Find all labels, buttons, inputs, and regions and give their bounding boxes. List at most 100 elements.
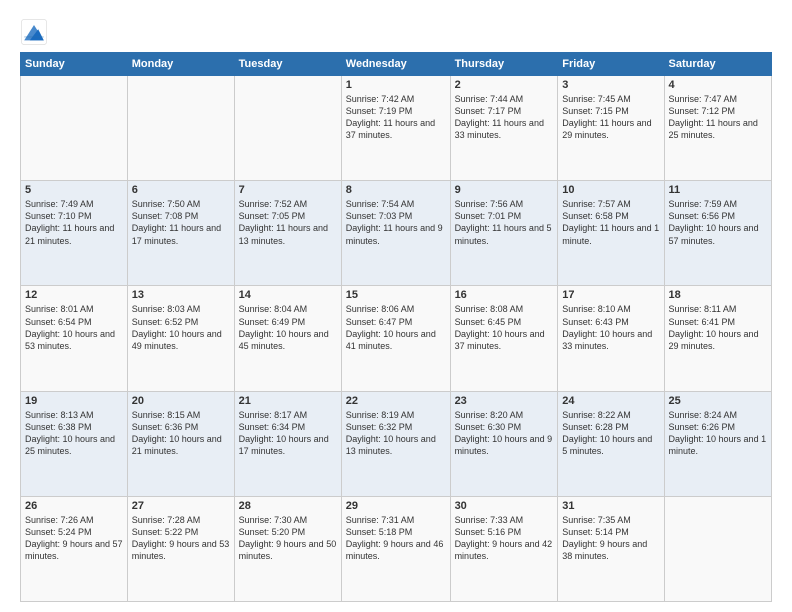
logo-icon <box>20 18 48 46</box>
calendar-cell: 30 Sunrise: 7:33 AM Sunset: 5:16 PM Dayli… <box>450 496 558 601</box>
day-info: Sunrise: 7:45 AM Sunset: 7:15 PM Dayligh… <box>562 93 659 142</box>
calendar-cell: 8 Sunrise: 7:54 AM Sunset: 7:03 PM Daylig… <box>341 181 450 286</box>
logo <box>20 18 52 46</box>
day-info: Sunrise: 7:35 AM Sunset: 5:14 PM Dayligh… <box>562 514 659 563</box>
weekday-header: Saturday <box>664 53 771 76</box>
day-info: Sunrise: 8:19 AM Sunset: 6:32 PM Dayligh… <box>346 409 446 458</box>
day-info: Sunrise: 8:15 AM Sunset: 6:36 PM Dayligh… <box>132 409 230 458</box>
calendar-cell: 13Sunrise: 8:03 AM Sunset: 6:52 PM Dayli… <box>127 286 234 391</box>
calendar-cell: 23Sunrise: 8:20 AM Sunset: 6:30 PM Dayli… <box>450 391 558 496</box>
calendar-cell <box>21 76 128 181</box>
day-info: Sunrise: 7:49 AM Sunset: 7:10 PM Dayligh… <box>25 198 123 247</box>
day-number: 16 <box>455 289 554 301</box>
calendar-table: SundayMondayTuesdayWednesdayThursdayFrid… <box>20 52 772 602</box>
weekday-header: Sunday <box>21 53 128 76</box>
day-info: Sunrise: 7:28 AM Sunset: 5:22 PM Dayligh… <box>132 514 230 563</box>
calendar-cell: 15 Sunrise: 8:06 AM Sunset: 6:47 PM Dayli… <box>341 286 450 391</box>
day-info: Sunrise: 7:42 AM Sunset: 7:19 PM Dayligh… <box>346 93 446 142</box>
weekday-header: Monday <box>127 53 234 76</box>
day-info: Sunrise: 8:24 AM Sunset: 6:26 PM Dayligh… <box>669 409 767 458</box>
calendar-cell: 20 Sunrise: 8:15 AM Sunset: 6:36 PM Dayli… <box>127 391 234 496</box>
day-number: 9 <box>455 184 554 196</box>
calendar-cell <box>234 76 341 181</box>
day-info: Sunrise: 7:59 AM Sunset: 6:56 PM Dayligh… <box>669 198 767 247</box>
weekday-header: Wednesday <box>341 53 450 76</box>
day-number: 11 <box>669 184 767 196</box>
calendar-cell: 14 Sunrise: 8:04 AM Sunset: 6:49 PM Dayli… <box>234 286 341 391</box>
day-number: 31 <box>562 500 659 512</box>
day-number: 24 <box>562 395 659 407</box>
calendar-cell: 4 Sunrise: 7:47 AM Sunset: 7:12 PM Daylig… <box>664 76 771 181</box>
calendar-cell: 16Sunrise: 8:08 AM Sunset: 6:45 PM Dayli… <box>450 286 558 391</box>
day-number: 1 <box>346 79 446 91</box>
day-info: Sunrise: 8:04 AM Sunset: 6:49 PM Dayligh… <box>239 303 337 352</box>
calendar-week-row: 19Sunrise: 8:13 AM Sunset: 6:38 PM Dayli… <box>21 391 772 496</box>
day-info: Sunrise: 8:13 AM Sunset: 6:38 PM Dayligh… <box>25 409 123 458</box>
day-info: Sunrise: 7:57 AM Sunset: 6:58 PM Dayligh… <box>562 198 659 247</box>
day-number: 5 <box>25 184 123 196</box>
day-info: Sunrise: 7:31 AM Sunset: 5:18 PM Dayligh… <box>346 514 446 563</box>
calendar-cell: 24 Sunrise: 8:22 AM Sunset: 6:28 PM Dayli… <box>558 391 664 496</box>
calendar-week-row: 26 Sunrise: 7:26 AM Sunset: 5:24 PM Dayli… <box>21 496 772 601</box>
weekday-header: Friday <box>558 53 664 76</box>
day-number: 4 <box>669 79 767 91</box>
day-info: Sunrise: 7:33 AM Sunset: 5:16 PM Dayligh… <box>455 514 554 563</box>
calendar-cell: 1 Sunrise: 7:42 AM Sunset: 7:19 PM Daylig… <box>341 76 450 181</box>
day-number: 13 <box>132 289 230 301</box>
day-info: Sunrise: 8:01 AM Sunset: 6:54 PM Dayligh… <box>25 303 123 352</box>
calendar-cell: 17 Sunrise: 8:10 AM Sunset: 6:43 PM Dayli… <box>558 286 664 391</box>
day-number: 26 <box>25 500 123 512</box>
calendar-cell: 18Sunrise: 8:11 AM Sunset: 6:41 PM Dayli… <box>664 286 771 391</box>
calendar-cell: 26 Sunrise: 7:26 AM Sunset: 5:24 PM Dayli… <box>21 496 128 601</box>
calendar-cell: 25 Sunrise: 8:24 AM Sunset: 6:26 PM Dayli… <box>664 391 771 496</box>
day-info: Sunrise: 7:47 AM Sunset: 7:12 PM Dayligh… <box>669 93 767 142</box>
page: SundayMondayTuesdayWednesdayThursdayFrid… <box>0 0 792 612</box>
calendar-header: SundayMondayTuesdayWednesdayThursdayFrid… <box>21 53 772 76</box>
calendar-cell: 22 Sunrise: 8:19 AM Sunset: 6:32 PM Dayli… <box>341 391 450 496</box>
day-info: Sunrise: 7:26 AM Sunset: 5:24 PM Dayligh… <box>25 514 123 563</box>
calendar-cell: 28 Sunrise: 7:30 AM Sunset: 5:20 PM Dayli… <box>234 496 341 601</box>
calendar-cell: 21Sunrise: 8:17 AM Sunset: 6:34 PM Dayli… <box>234 391 341 496</box>
day-info: Sunrise: 7:50 AM Sunset: 7:08 PM Dayligh… <box>132 198 230 247</box>
day-info: Sunrise: 7:44 AM Sunset: 7:17 PM Dayligh… <box>455 93 554 142</box>
day-info: Sunrise: 7:52 AM Sunset: 7:05 PM Dayligh… <box>239 198 337 247</box>
day-number: 27 <box>132 500 230 512</box>
day-number: 29 <box>346 500 446 512</box>
calendar-cell: 27 Sunrise: 7:28 AM Sunset: 5:22 PM Dayli… <box>127 496 234 601</box>
day-number: 17 <box>562 289 659 301</box>
day-number: 15 <box>346 289 446 301</box>
day-info: Sunrise: 7:54 AM Sunset: 7:03 PM Dayligh… <box>346 198 446 247</box>
day-info: Sunrise: 7:30 AM Sunset: 5:20 PM Dayligh… <box>239 514 337 563</box>
day-number: 8 <box>346 184 446 196</box>
day-number: 22 <box>346 395 446 407</box>
calendar-cell: 3 Sunrise: 7:45 AM Sunset: 7:15 PM Daylig… <box>558 76 664 181</box>
day-info: Sunrise: 8:20 AM Sunset: 6:30 PM Dayligh… <box>455 409 554 458</box>
day-number: 28 <box>239 500 337 512</box>
calendar-cell: 31 Sunrise: 7:35 AM Sunset: 5:14 PM Dayli… <box>558 496 664 601</box>
day-info: Sunrise: 8:22 AM Sunset: 6:28 PM Dayligh… <box>562 409 659 458</box>
calendar-cell: 5 Sunrise: 7:49 AM Sunset: 7:10 PM Daylig… <box>21 181 128 286</box>
day-number: 14 <box>239 289 337 301</box>
calendar-cell: 9 Sunrise: 7:56 AM Sunset: 7:01 PM Daylig… <box>450 181 558 286</box>
calendar-cell: 7 Sunrise: 7:52 AM Sunset: 7:05 PM Daylig… <box>234 181 341 286</box>
day-info: Sunrise: 8:06 AM Sunset: 6:47 PM Dayligh… <box>346 303 446 352</box>
day-number: 21 <box>239 395 337 407</box>
day-info: Sunrise: 7:56 AM Sunset: 7:01 PM Dayligh… <box>455 198 554 247</box>
calendar-cell: 19Sunrise: 8:13 AM Sunset: 6:38 PM Dayli… <box>21 391 128 496</box>
calendar-cell: 12 Sunrise: 8:01 AM Sunset: 6:54 PM Dayli… <box>21 286 128 391</box>
weekday-header: Thursday <box>450 53 558 76</box>
day-number: 30 <box>455 500 554 512</box>
day-number: 7 <box>239 184 337 196</box>
calendar-cell <box>127 76 234 181</box>
day-number: 6 <box>132 184 230 196</box>
header <box>20 18 772 46</box>
calendar-cell: 29 Sunrise: 7:31 AM Sunset: 5:18 PM Dayli… <box>341 496 450 601</box>
day-number: 12 <box>25 289 123 301</box>
calendar-week-row: 12 Sunrise: 8:01 AM Sunset: 6:54 PM Dayli… <box>21 286 772 391</box>
day-number: 3 <box>562 79 659 91</box>
day-number: 20 <box>132 395 230 407</box>
header-row: SundayMondayTuesdayWednesdayThursdayFrid… <box>21 53 772 76</box>
day-info: Sunrise: 8:10 AM Sunset: 6:43 PM Dayligh… <box>562 303 659 352</box>
day-number: 25 <box>669 395 767 407</box>
calendar-cell: 6 Sunrise: 7:50 AM Sunset: 7:08 PM Daylig… <box>127 181 234 286</box>
